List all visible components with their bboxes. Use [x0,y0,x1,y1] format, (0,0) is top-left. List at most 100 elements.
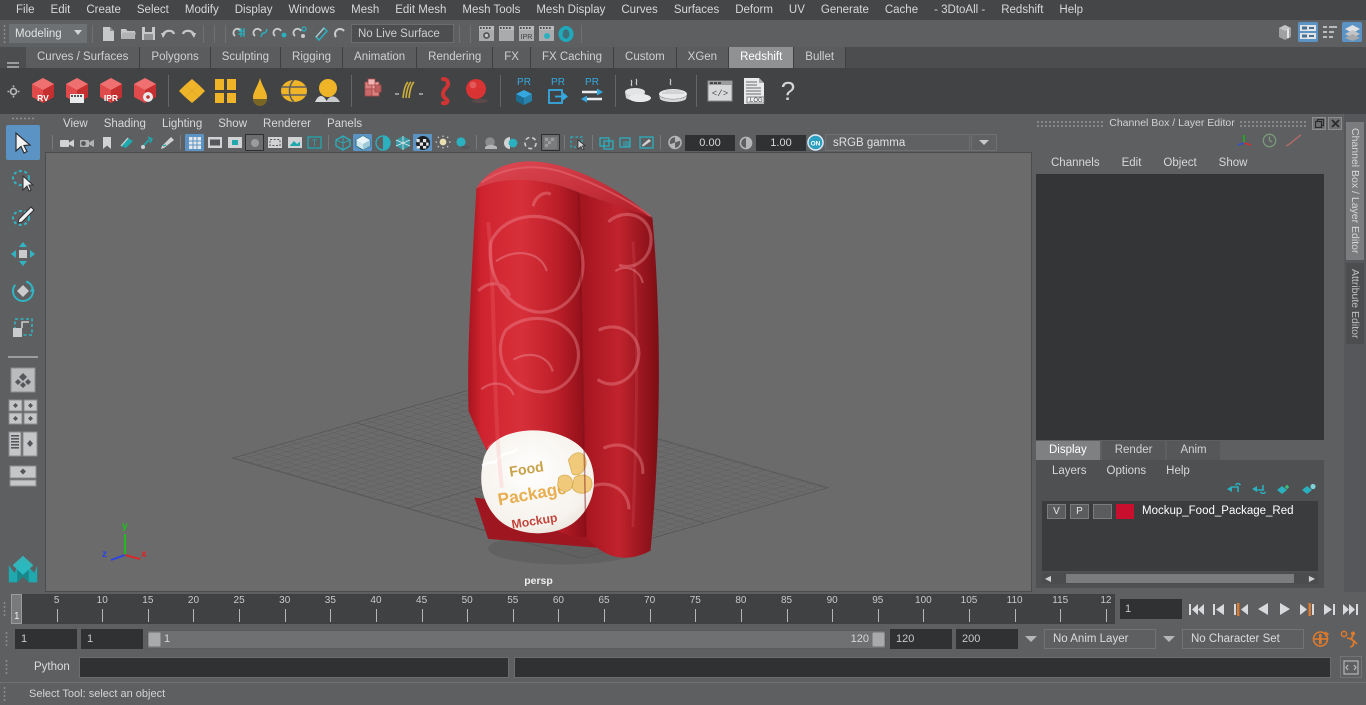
snap-to-point-button[interactable] [271,24,291,44]
layer-editor-menu-options[interactable]: Options [1097,465,1157,477]
go-to-end-button[interactable] [1341,599,1360,619]
menuset-selector[interactable]: Modeling [9,24,87,43]
show-render-view-button[interactable] [476,24,496,44]
panel-restore-button[interactable] [1312,116,1326,130]
menu-item-surfaces[interactable]: Surfaces [666,0,727,20]
layer-list[interactable]: V P Mockup_Food_Package_Red [1042,501,1318,571]
layer-list-horizontal-scrollbar[interactable]: ◀ ▶ [1042,573,1318,584]
wireframe-shading-icon[interactable] [333,134,352,151]
scrollbar-thumb[interactable] [1066,574,1294,583]
shelf-redshift-render-sequence-icon[interactable] [60,70,94,112]
xray-icon[interactable] [597,134,616,151]
current-frame-field[interactable]: 1 [1120,599,1182,619]
status-line-grip[interactable] [0,20,9,47]
gate-mask-icon[interactable] [245,134,264,151]
play-backwards-button[interactable] [1253,599,1272,619]
layer-playback-toggle[interactable]: P [1070,503,1089,519]
two-d-pan-zoom-icon[interactable] [137,134,156,151]
shelf-tab-curves-surfaces[interactable]: Curves / Surfaces [26,47,141,68]
playback-end-time-field[interactable]: 120 [890,629,952,649]
go-to-start-button[interactable] [1187,599,1206,619]
film-gate-icon[interactable] [205,134,224,151]
bookmark-icon[interactable] [97,134,116,151]
channel-box-menu-show[interactable]: Show [1208,157,1259,169]
scroll-left-arrow-icon[interactable]: ◀ [1042,574,1054,583]
shelf-tab-fx-caching[interactable]: FX Caching [530,47,615,68]
anim-layer-menu[interactable]: No Anim Layer [1044,629,1156,649]
move-layer-down-icon[interactable] [1251,483,1266,497]
menu-item-edit[interactable]: Edit [43,0,79,20]
shelf-redshift-texture-icon[interactable] [209,70,243,112]
layer-color-swatch[interactable] [1116,503,1134,519]
animation-start-time-field[interactable]: 1 [15,629,77,649]
menu-item-file[interactable]: File [8,0,43,20]
shelf-proxy-import-icon[interactable]: PR [541,70,575,112]
shelf-redshift-environment-icon[interactable] [277,70,311,112]
layer-editor-menu-help[interactable]: Help [1156,465,1200,477]
viewport-menu-show[interactable]: Show [210,118,255,130]
menu-item-select[interactable]: Select [129,0,177,20]
play-forwards-button[interactable] [1275,599,1294,619]
layer-editor-tab-anim[interactable]: Anim [1167,441,1220,460]
shelf-tab-rendering[interactable]: Rendering [417,47,494,68]
layout-four-view-button[interactable] [5,397,41,427]
range-slider-bar[interactable]: 1 120 [147,629,886,649]
panel-grip-left[interactable] [1036,119,1106,127]
toggle-viewport-renderer-button[interactable] [556,24,576,44]
layout-outliner-persp-button[interactable] [5,429,41,459]
step-forward-frame-button[interactable] [1297,599,1316,619]
channel-box-menu-edit[interactable]: Edit [1111,157,1153,169]
channel-box-menu-channels[interactable]: Channels [1040,157,1111,169]
anim-layer-dropdown-arrow[interactable] [1022,636,1040,642]
clock-icon[interactable] [1262,133,1277,151]
menu-item-modify[interactable]: Modify [177,0,227,20]
menu-item-3dtoall[interactable]: - 3DtoAll - [926,0,993,20]
menu-item-cache[interactable]: Cache [877,0,926,20]
shelf-help-icon[interactable]: ? [771,70,805,112]
command-line-grip[interactable] [2,652,11,682]
shelf-redshift-renderview-icon[interactable]: RV [26,70,60,112]
shelf-redshift-hair-icon[interactable] [392,70,426,112]
menu-item-windows[interactable]: Windows [280,0,343,20]
open-channel-box-button[interactable] [1342,22,1362,42]
step-forward-keyframe-button[interactable] [1319,599,1338,619]
viewport-menu-shading[interactable]: Shading [96,118,154,130]
shelf-redshift-sun-sky-icon[interactable] [311,70,345,112]
menu-item-deform[interactable]: Deform [727,0,781,20]
gamma-toggle-icon[interactable] [541,134,560,151]
grease-pencil-icon[interactable] [157,134,176,151]
texture-shading-icon[interactable] [393,134,412,151]
script-editor-button[interactable] [1340,656,1362,678]
lasso-select-tool-button[interactable] [6,162,40,197]
menu-item-mesh[interactable]: Mesh [343,0,387,20]
scale-tool-button[interactable] [6,310,40,345]
panel-grip-right[interactable] [1238,119,1308,127]
layout-hypershade-persp-button[interactable] [5,461,41,491]
shelf-tab-animation[interactable]: Animation [343,47,418,68]
channel-box-content-area[interactable] [1036,174,1324,440]
shelf-tab-rigging[interactable]: Rigging [281,47,344,68]
shelf-tab-polygons[interactable]: Polygons [140,47,211,68]
shelf-redshift-material-icon[interactable] [175,70,209,112]
command-language-label[interactable]: Python [16,661,74,673]
viewport-menu-view[interactable]: View [55,118,96,130]
shadows-icon[interactable] [453,134,472,151]
undo-button[interactable] [158,24,178,44]
viewport-menu-renderer[interactable]: Renderer [255,118,319,130]
layer-type-toggle[interactable] [1093,503,1112,519]
shelf-redshift-proxy-icon[interactable] [358,70,392,112]
animation-end-time-field[interactable]: 200 [956,629,1018,649]
render-settings-button[interactable] [536,24,556,44]
shelf-script-editor-icon[interactable]: </> [703,70,737,112]
xray-joints-icon[interactable] [617,134,636,151]
range-left-handle[interactable] [148,631,161,647]
layer-visibility-toggle[interactable]: V [1047,503,1066,519]
exposure-icon[interactable] [285,134,304,151]
menu-item-curves[interactable]: Curves [613,0,665,20]
command-input-field[interactable] [79,656,509,678]
use-all-lights-icon[interactable] [433,134,452,151]
snap-to-projected-center-button[interactable] [291,24,311,44]
shelf-log-file-icon[interactable]: .LOG [737,70,771,112]
snap-to-curve-button[interactable] [251,24,271,44]
menu-item-mesh-tools[interactable]: Mesh Tools [454,0,528,20]
